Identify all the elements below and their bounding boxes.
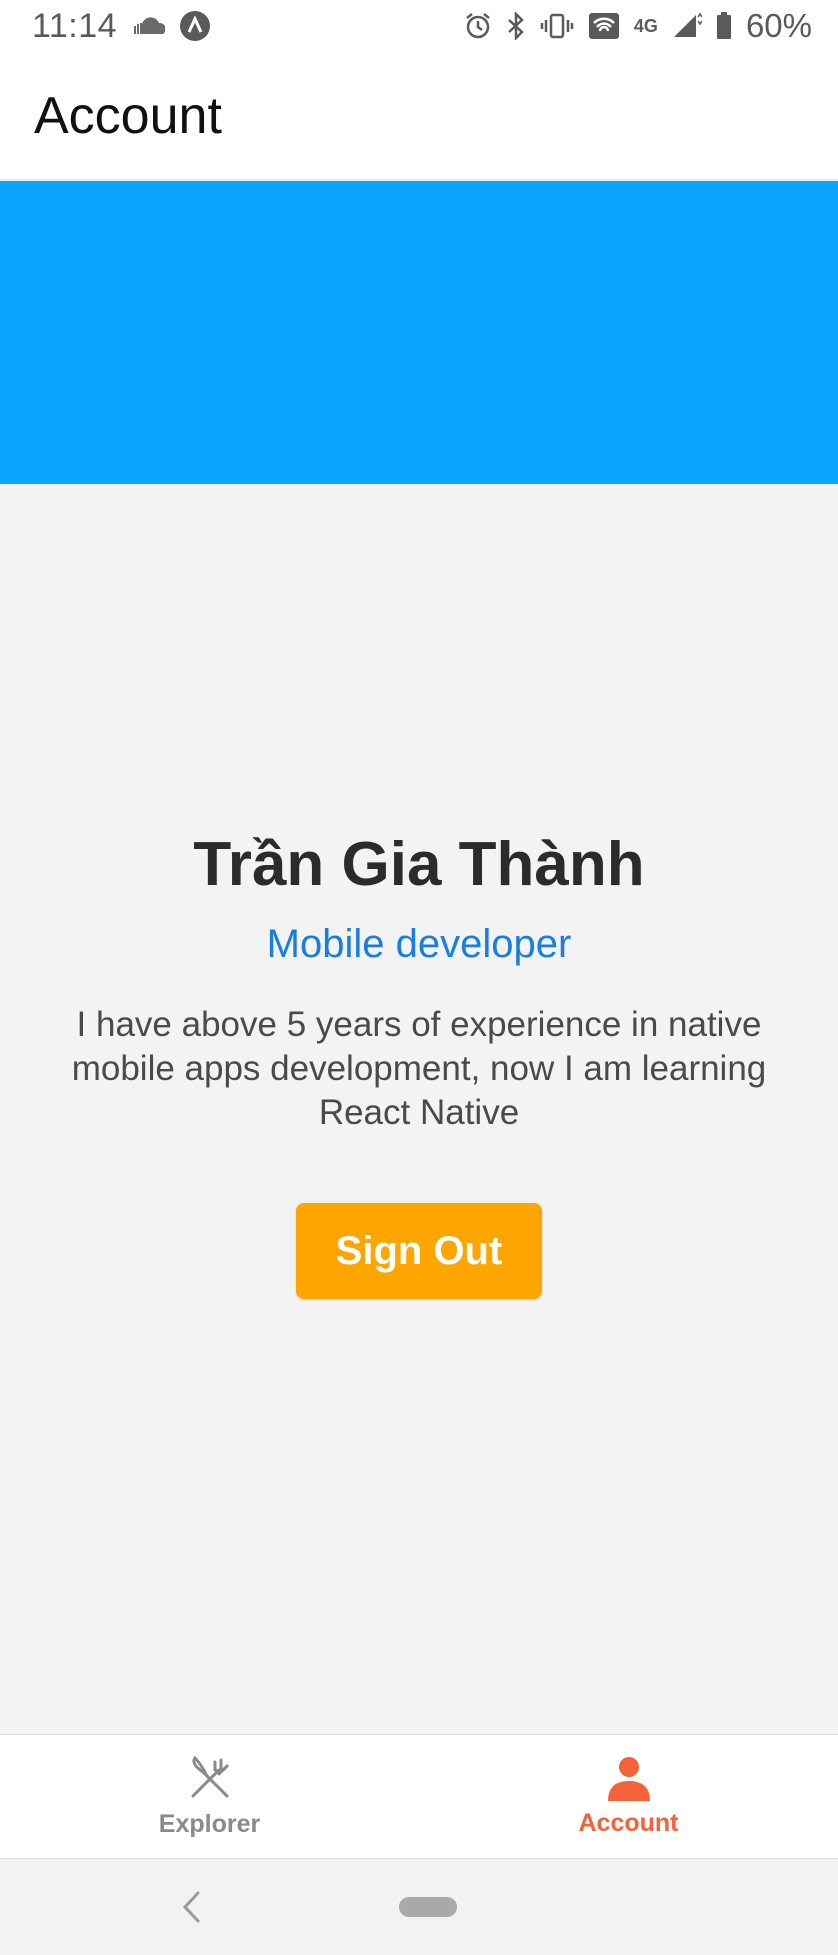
profile-name: Trần Gia Thành	[193, 830, 645, 899]
profile-section: Trần Gia Thành Mobile developer I have a…	[0, 484, 838, 1734]
alarm-icon	[464, 12, 492, 40]
app-notification-icon	[179, 10, 211, 42]
person-icon	[606, 1755, 652, 1803]
network-type: 4G	[633, 15, 658, 36]
bottom-tab-bar: Explorer Account	[0, 1734, 838, 1858]
profile-bio: I have above 5 years of experience in na…	[71, 1005, 767, 1132]
status-time: 11:14	[32, 6, 118, 45]
bluetooth-icon	[506, 12, 526, 40]
tab-explorer-label: Explorer	[158, 1810, 261, 1838]
battery-percent: 60%	[745, 7, 812, 44]
app-header: Account	[0, 52, 838, 180]
page-title: Account	[34, 86, 222, 145]
wifi-icon	[588, 12, 620, 40]
vibrate-icon	[540, 13, 574, 39]
system-nav-bar	[0, 1858, 838, 1955]
fork-knife-icon	[185, 1754, 235, 1804]
status-bar: 11:14 4G 60%	[0, 0, 838, 52]
battery-icon	[716, 12, 732, 40]
tab-account[interactable]: Account	[419, 1735, 838, 1858]
status-left: 11:14	[32, 7, 211, 46]
back-icon[interactable]	[176, 1887, 206, 1927]
profile-banner	[0, 181, 838, 484]
cloud-icon	[131, 16, 166, 36]
signal-icon	[672, 13, 702, 39]
status-right: 4G 60%	[464, 7, 812, 45]
tab-account-label: Account	[578, 1809, 679, 1837]
home-pill-button[interactable]	[399, 1897, 457, 1917]
profile-role: Mobile developer	[266, 922, 572, 966]
sign-out-button[interactable]: Sign Out	[296, 1203, 542, 1299]
tab-explorer[interactable]: Explorer	[0, 1735, 419, 1858]
